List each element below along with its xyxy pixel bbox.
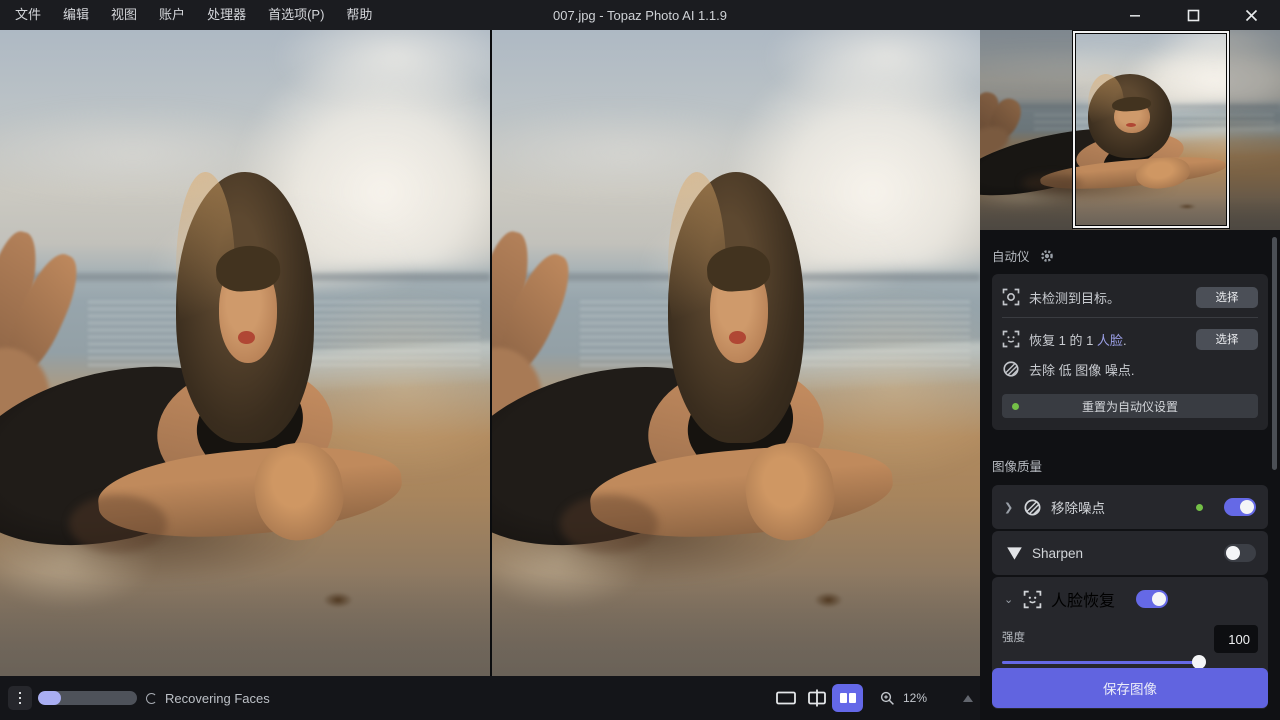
- face-recovery-toggle[interactable]: [1136, 590, 1168, 608]
- subject-detect-row: 未检测到目标。 选择: [1002, 282, 1258, 312]
- remove-noise-panel[interactable]: ❯ 移除噪点: [992, 485, 1268, 529]
- seaweed: [323, 592, 352, 608]
- side-by-side-view-icon: [839, 692, 857, 704]
- split-view-icon: [807, 689, 827, 707]
- photo-pane-before[interactable]: [0, 30, 490, 676]
- beach-photo: [492, 30, 980, 676]
- window-controls: [1106, 0, 1280, 30]
- auto-applied-dot: [1196, 504, 1203, 511]
- cloud-layer: [274, 30, 490, 108]
- menu-bar: 文件 编辑 视图 账户 处理器 首选项(P) 帮助: [0, 0, 383, 30]
- cloud-layer: [765, 30, 980, 108]
- navigator-viewport[interactable]: [1073, 31, 1229, 228]
- chevron-right-icon[interactable]: ❯: [1004, 501, 1014, 514]
- autopilot-heading-row: 自动仪: [992, 246, 1268, 265]
- sharpen-panel[interactable]: Sharpen: [992, 531, 1268, 575]
- quality-heading-row: 图像质量: [992, 456, 1268, 475]
- face-select-button-autopilot[interactable]: 选择: [1196, 329, 1258, 350]
- sharpen-label: Sharpen: [1032, 546, 1083, 561]
- sharpen-icon: [1006, 546, 1023, 561]
- strength-slider-fill: [1002, 661, 1202, 664]
- view-split-button[interactable]: [801, 684, 832, 712]
- sidebar-scrollbar[interactable]: [1272, 237, 1277, 470]
- sidebar-content: 自动仪 未检测到目标。 选择 恢复 1 的 1 人脸. 选择 去: [980, 230, 1280, 720]
- image-canvas[interactable]: [0, 30, 980, 676]
- remove-noise-label: 移除噪点: [1051, 497, 1105, 517]
- subject-detect-text: 未检测到目标。: [1029, 288, 1120, 307]
- zoom-level: 12%: [903, 691, 927, 705]
- autopilot-heading: 自动仪: [992, 246, 1030, 265]
- navigator-dim-left: [980, 30, 1073, 230]
- strength-label: 强度: [1002, 629, 1025, 645]
- single-view-icon: [776, 691, 796, 705]
- noise-removal-row: 去除 低 图像 噪点.: [1002, 354, 1258, 384]
- face-recovery-header[interactable]: ⌄ 人脸恢复: [992, 577, 1268, 621]
- noise-removal-text: 去除 低 图像 噪点.: [1029, 360, 1134, 379]
- figure-lips: [238, 331, 255, 344]
- menu-account[interactable]: 账户: [148, 0, 196, 30]
- minimize-button[interactable]: [1106, 0, 1164, 30]
- menu-help[interactable]: 帮助: [335, 0, 383, 30]
- strength-value[interactable]: 100: [1214, 625, 1258, 653]
- menu-view[interactable]: 视图: [100, 0, 148, 30]
- menu-file[interactable]: 文件: [4, 0, 52, 30]
- more-menu-button[interactable]: [8, 686, 32, 710]
- zoom-in-icon: [880, 691, 895, 706]
- slider-knob[interactable]: [1192, 655, 1206, 669]
- figure-shadow: [69, 495, 167, 553]
- sand-foreground: [0, 573, 490, 676]
- close-button[interactable]: [1222, 0, 1280, 30]
- maximize-icon: [1187, 9, 1200, 22]
- gear-icon[interactable]: [1040, 249, 1054, 263]
- navigator-preview[interactable]: [980, 30, 1280, 230]
- noise-icon: [1002, 360, 1020, 378]
- face-detect-row: 恢复 1 的 1 人脸. 选择: [1002, 324, 1258, 354]
- close-icon: [1245, 9, 1258, 22]
- zoom-control[interactable]: 12%: [872, 684, 981, 712]
- loading-spinner-icon: [146, 693, 157, 704]
- noise-icon: [1023, 498, 1042, 517]
- view-single-button[interactable]: [770, 684, 801, 712]
- save-image-button[interactable]: 保存图像: [992, 668, 1268, 708]
- status-bar: Recovering Faces 12%: [0, 676, 980, 720]
- sidebar: 自动仪 未检测到目标。 选择 恢复 1 的 1 人脸. 选择 去: [980, 30, 1280, 720]
- strength-slider[interactable]: [1002, 655, 1206, 669]
- view-side-by-side-button[interactable]: [832, 684, 863, 712]
- seaweed: [814, 592, 843, 608]
- autopilot-green-dot: [1012, 403, 1019, 410]
- chevron-down-icon[interactable]: ⌄: [1004, 593, 1014, 606]
- zoom-menu-arrow-icon[interactable]: [963, 695, 973, 702]
- figure-shadow: [560, 495, 658, 553]
- subject-detect-icon: [1002, 288, 1020, 306]
- face-recovery-label: 人脸恢复: [1051, 587, 1115, 611]
- sand-foreground: [492, 573, 980, 676]
- photo-pane-after[interactable]: [492, 30, 980, 676]
- progress-bar: [38, 691, 137, 705]
- face-detect-icon: [1002, 330, 1020, 348]
- menu-preferences[interactable]: 首选项(P): [257, 0, 335, 30]
- divider: [1002, 317, 1258, 318]
- remove-noise-toggle[interactable]: [1224, 498, 1256, 516]
- titlebar: 文件 编辑 视图 账户 处理器 首选项(P) 帮助 007.jpg - Topa…: [0, 0, 1280, 30]
- progress-fill: [38, 691, 61, 705]
- autopilot-panel: 未检测到目标。 选择 恢复 1 的 1 人脸. 选择 去除 低 图像 噪点. 重…: [992, 274, 1268, 430]
- minimize-icon: [1129, 9, 1141, 21]
- face-recovery-icon: [1023, 590, 1042, 609]
- figure-lips: [729, 331, 746, 344]
- status-text: Recovering Faces: [165, 691, 270, 706]
- menu-edit[interactable]: 编辑: [52, 0, 100, 30]
- menu-processor[interactable]: 处理器: [196, 0, 257, 30]
- topaz-photo-ai-window: 文件 编辑 视图 账户 处理器 首选项(P) 帮助 007.jpg - Topa…: [0, 0, 1280, 720]
- quality-heading: 图像质量: [992, 456, 1042, 475]
- face-link[interactable]: 人脸: [1097, 333, 1123, 348]
- view-mode-group: [770, 684, 863, 712]
- subject-select-button[interactable]: 选择: [1196, 287, 1258, 308]
- reset-autopilot-button[interactable]: 重置为自动仪设置: [1002, 394, 1258, 418]
- navigator-dim-right: [1229, 30, 1280, 230]
- maximize-button[interactable]: [1164, 0, 1222, 30]
- sharpen-toggle[interactable]: [1224, 544, 1256, 562]
- face-detect-text: 恢复 1 的 1 人脸.: [1029, 330, 1127, 349]
- beach-photo: [0, 30, 490, 676]
